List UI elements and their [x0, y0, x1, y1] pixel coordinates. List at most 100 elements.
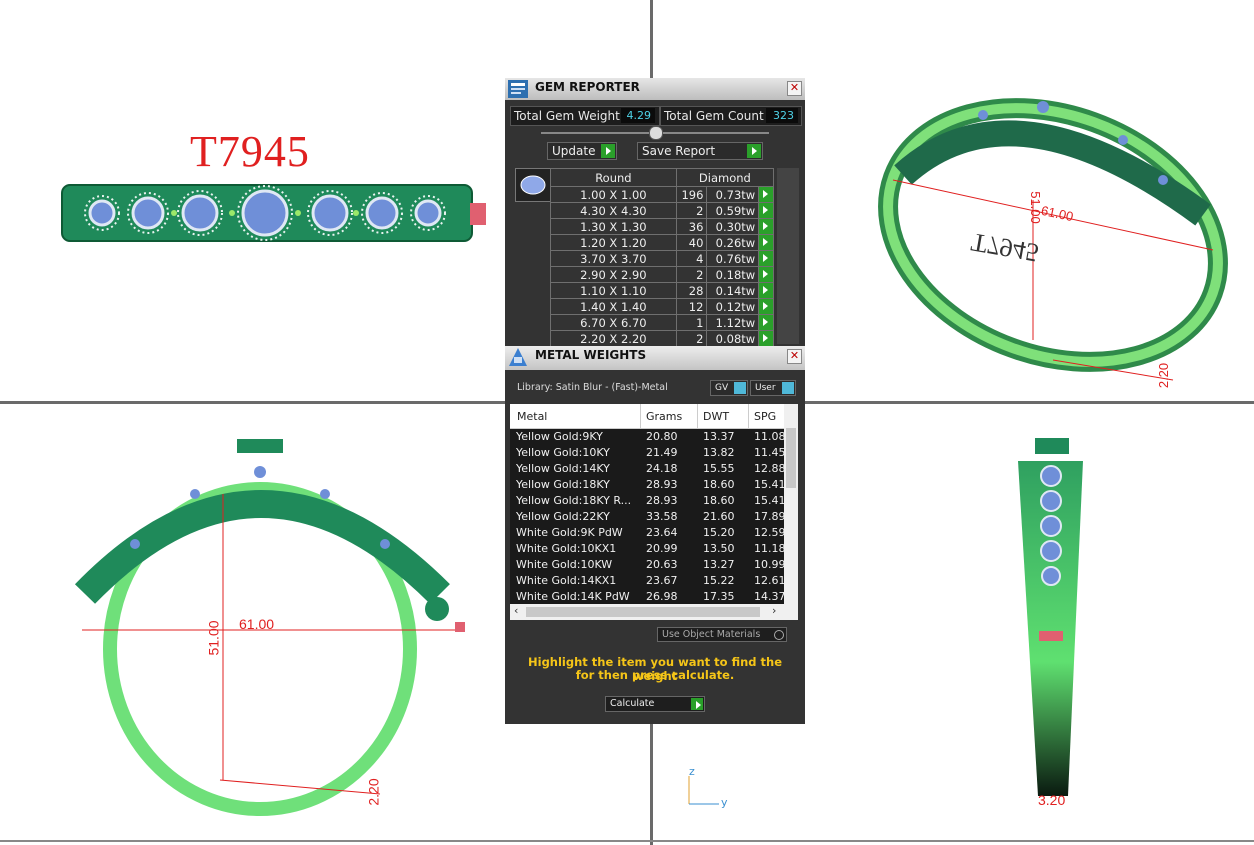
metal-horizontal-scrollbar[interactable]: ‹ ›	[510, 604, 798, 620]
gem-count: 2	[675, 330, 708, 347]
gem-row-select-button[interactable]	[758, 202, 774, 219]
gem-row[interactable]: 1.00 X 1.00 196 0.73tw	[550, 186, 774, 203]
gem-row[interactable]: 1.10 X 1.10 28 0.14tw	[550, 282, 774, 299]
gem-row[interactable]: 2.90 X 2.90 2 0.18tw	[550, 266, 774, 283]
gem-row[interactable]: 1.30 X 1.30 36 0.30tw	[550, 218, 774, 235]
gem-size: 2.20 X 2.20	[550, 330, 677, 347]
gem-weight: 1.12tw	[706, 314, 760, 331]
metal-spg: 11.18	[754, 542, 784, 555]
gem-count: 12	[675, 298, 708, 315]
gem-size: 3.70 X 3.70	[550, 250, 677, 267]
metal-weights-titlebar[interactable]: METAL WEIGHTS ✕	[505, 346, 805, 370]
gem-row[interactable]: 2.20 X 2.20 2 0.08tw	[550, 330, 774, 347]
gem-weight: 0.26tw	[706, 234, 760, 251]
gem-row-select-button[interactable]	[758, 282, 774, 299]
gem-weight: 0.14tw	[706, 282, 760, 299]
metal-table[interactable]: Metal Grams DWT SPG Yellow Gold:9KY 20.80…	[510, 404, 798, 620]
metal-grams: 24.18	[646, 462, 678, 475]
side-dim-diameter: 61.00	[239, 616, 275, 632]
gem-count: 2	[675, 266, 708, 283]
scroll-left-icon[interactable]: ‹	[514, 604, 518, 617]
metal-grams: 23.64	[646, 526, 678, 539]
shape-header: Round	[550, 168, 677, 187]
metal-spg: 11.08	[754, 430, 784, 443]
metal-row[interactable]: White Gold:14K PdW 26.98 17.35 14.37	[510, 589, 798, 605]
metal-spg: 12.88	[754, 462, 784, 475]
gem-row-select-button[interactable]	[758, 266, 774, 283]
metal-row[interactable]: Yellow Gold:14KY 24.18 15.55 12.88	[510, 461, 798, 477]
h-scroll-thumb[interactable]	[526, 607, 760, 617]
right-dim-width: 3.20	[1038, 792, 1066, 808]
gem-weight: 0.76tw	[706, 250, 760, 267]
metal-row[interactable]: Yellow Gold:18KY 28.93 18.60 15.41	[510, 477, 798, 493]
gem-row-select-button[interactable]	[758, 330, 774, 347]
metal-weight-icon	[509, 348, 527, 366]
bangle-front-render	[61, 184, 486, 242]
metal-weights-close-button[interactable]: ✕	[787, 349, 802, 364]
gem-reporter-panel[interactable]: GEM REPORTER ✕ Total Gem Weight 4.29 Tot…	[505, 78, 805, 347]
side-dim-thickness: 2.20	[365, 778, 382, 806]
user-toggle[interactable]: User	[750, 380, 796, 396]
col-spg: SPG	[754, 410, 777, 423]
viewport-border-bottom	[0, 840, 1254, 842]
gem-reporter-titlebar[interactable]: GEM REPORTER ✕	[505, 78, 805, 100]
gem-weight: 0.73tw	[706, 186, 760, 203]
bangle-right-render	[1018, 438, 1083, 796]
gem-row-select-button[interactable]	[758, 234, 774, 251]
scroll-right-icon[interactable]: ›	[772, 604, 776, 617]
gem-slider-handle[interactable]	[649, 126, 663, 140]
metal-weights-panel[interactable]: METAL WEIGHTS ✕ Library: Satin Blur - (F…	[505, 346, 805, 724]
total-gem-weight-value: 4.29	[621, 108, 655, 123]
gem-row[interactable]: 3.70 X 3.70 4 0.76tw	[550, 250, 774, 267]
gem-row[interactable]: 1.20 X 1.20 40 0.26tw	[550, 234, 774, 251]
metal-vertical-scrollbar[interactable]	[784, 404, 798, 604]
radio-icon	[774, 630, 784, 640]
metal-row[interactable]: White Gold:10KW 20.63 13.27 10.99	[510, 557, 798, 573]
metal-row[interactable]: Yellow Gold:10KY 21.49 13.82 11.45	[510, 445, 798, 461]
side-dimension-lines	[82, 494, 455, 795]
metal-name: White Gold:14KX1	[516, 574, 617, 587]
metal-spg: 15.41	[754, 494, 784, 507]
gem-row-select-button[interactable]	[758, 314, 774, 331]
gem-reporter-title: GEM REPORTER	[535, 80, 640, 94]
metal-row[interactable]: White Gold:9K PdW 23.64 15.20 12.59	[510, 525, 798, 541]
metal-grams: 33.58	[646, 510, 678, 523]
gv-toggle[interactable]: GV	[710, 380, 748, 396]
gem-report-icon	[508, 80, 528, 98]
metal-row[interactable]: White Gold:14KX1 23.67 15.22 12.61	[510, 573, 798, 589]
calculate-button[interactable]: Calculate	[605, 696, 705, 712]
metal-row[interactable]: White Gold:10KX1 20.99 13.50 11.18	[510, 541, 798, 557]
gem-count: 4	[675, 250, 708, 267]
metal-row[interactable]: Yellow Gold:9KY 20.80 13.37 11.08	[510, 429, 798, 445]
library-label: Library: Satin Blur - (Fast)-Metal	[517, 382, 668, 393]
gem-weight: 0.59tw	[706, 202, 760, 219]
gem-weight: 0.08tw	[706, 330, 760, 347]
round-gem-thumbnail[interactable]	[515, 168, 551, 202]
metal-name: White Gold:10KW	[516, 558, 613, 571]
gem-table-scrollbar[interactable]	[777, 168, 799, 344]
gem-row[interactable]: 4.30 X 4.30 2 0.59tw	[550, 202, 774, 219]
metal-grams: 23.67	[646, 574, 678, 587]
axis-z-label: z	[689, 765, 695, 778]
save-report-button[interactable]: Save Report	[637, 142, 763, 160]
play-icon	[747, 144, 761, 158]
use-object-materials-toggle[interactable]: Use Object Materials	[657, 627, 787, 642]
gem-size: 1.00 X 1.00	[550, 186, 677, 203]
header-dividers	[640, 404, 641, 428]
metal-row[interactable]: Yellow Gold:22KY 33.58 21.60 17.89	[510, 509, 798, 525]
scroll-thumb[interactable]	[786, 428, 796, 488]
metal-spg: 12.61	[754, 574, 784, 587]
metal-spg: 15.41	[754, 478, 784, 491]
gem-row-select-button[interactable]	[758, 218, 774, 235]
gem-row-select-button[interactable]	[758, 250, 774, 267]
gem-row[interactable]: 6.70 X 6.70 1 1.12tw	[550, 314, 774, 331]
update-button[interactable]: Update	[547, 142, 617, 160]
gem-row[interactable]: 1.40 X 1.40 12 0.12tw	[550, 298, 774, 315]
info-icon	[782, 382, 794, 394]
metal-grams: 26.98	[646, 590, 678, 603]
metal-name: White Gold:9K PdW	[516, 526, 623, 539]
gem-row-select-button[interactable]	[758, 186, 774, 203]
gem-reporter-close-button[interactable]: ✕	[787, 81, 802, 96]
gem-row-select-button[interactable]	[758, 298, 774, 315]
metal-row[interactable]: Yellow Gold:18KY R... 28.93 18.60 15.41	[510, 493, 798, 509]
